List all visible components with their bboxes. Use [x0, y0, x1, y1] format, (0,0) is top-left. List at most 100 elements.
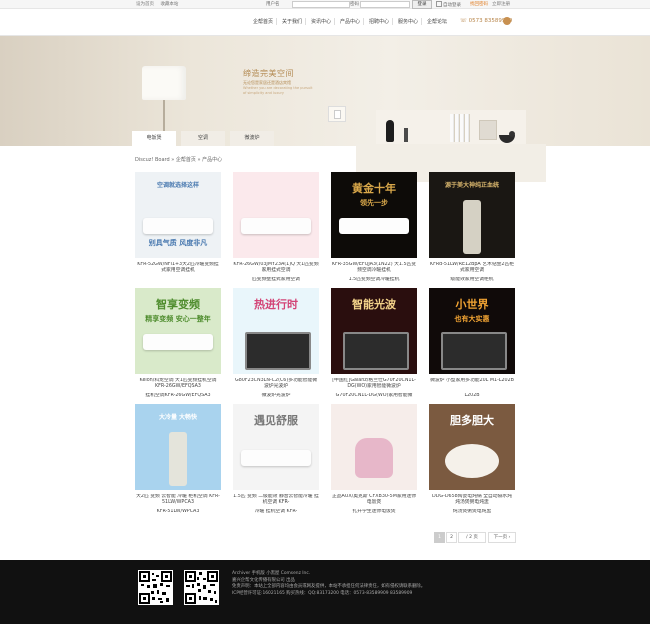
- password-input[interactable]: [360, 1, 410, 8]
- register-link[interactable]: 立即注册: [492, 1, 510, 7]
- product-image-caption: 智能光波: [352, 298, 396, 311]
- product-name-secondary[interactable]: 炖汤煲粥煲电炖盅: [429, 509, 515, 515]
- qr-code-wechat: [138, 570, 173, 605]
- product-appliance-shape: [143, 218, 213, 234]
- wall-switch-illustration: [328, 106, 346, 122]
- product-name[interactable]: DDG-D658陶瓷电炖锅 全自动隔水炖 炖汤煲粥电炖盅: [429, 494, 515, 506]
- page-total: / 2 页: [466, 535, 478, 540]
- product-image[interactable]: 大冷量 大畅快: [135, 404, 221, 490]
- tab-rice-cooker[interactable]: 电饭煲: [132, 131, 176, 146]
- product-name[interactable]: KFR-35GW/EFQJA3(1N22) 大1.5匹变频空调冷暖挂机: [331, 262, 417, 274]
- product-name[interactable]: 微波炉 小型家用多功能20L M1-L202B: [429, 378, 515, 390]
- product-appliance-shape: [463, 200, 481, 254]
- password-label: 密码: [350, 2, 359, 7]
- product-appliance-shape: [169, 432, 187, 486]
- nav-item-news[interactable]: 资讯中心: [311, 18, 331, 25]
- product-name-secondary[interactable]: L202B: [429, 393, 515, 399]
- footer-info: Archiver 手机版 小黑屋 Comsenz Inc. 嘉兴企帮文化传播有限…: [232, 571, 425, 597]
- product-image[interactable]: 胆多胆大: [429, 404, 515, 490]
- vase-illustration: [386, 120, 394, 142]
- product-name[interactable]: 大2匹 变频 云智能 冷暖 柜机空调 KFR-51LW/WPCA3: [135, 494, 221, 506]
- product-image[interactable]: 智能光波: [331, 288, 417, 374]
- nav-item-about[interactable]: 关于我们: [282, 18, 302, 25]
- nav-item-jobs[interactable]: 招聘中心: [369, 18, 389, 25]
- product-name[interactable]: KFRd-51LW/RE12BpA 艺术钻金2匹柜式家用空调: [429, 262, 515, 274]
- footer-contact: ICP经营许可证:16021165 购买热线：QQ:83173200 电话：05…: [232, 590, 413, 596]
- product-image-caption: 小世界: [455, 298, 489, 311]
- product-image-tagline: 别具气质 风度非凡: [148, 239, 208, 247]
- qr-code-icon: [185, 571, 218, 604]
- product-image-tagline: 也有大实惠: [454, 315, 490, 323]
- product-appliance-shape: [355, 438, 393, 478]
- product-appliance-shape: [241, 450, 311, 466]
- product-name[interactable]: Kelon/科龙空调 大1匹变频挂机空调 KFR-26GW/EFQSA3: [135, 378, 221, 390]
- product-name-secondary[interactable]: KFR-51LW/WPCA3: [135, 509, 221, 515]
- set-homepage-link[interactable]: 设为首页: [136, 2, 154, 7]
- product-name-secondary[interactable]: 冷暖 挂机空调 KFR-: [233, 509, 319, 515]
- bookmark-link[interactable]: 收藏本站: [160, 2, 178, 7]
- auto-login-label: 自动登录: [443, 3, 461, 8]
- forgot-password-link[interactable]: 找回密码: [470, 1, 488, 7]
- product-appliance-shape: [339, 218, 409, 234]
- product-name-secondary[interactable]: 挂机空调KFR-26GW/EFQSA3: [135, 393, 221, 399]
- product-name[interactable]: 正品AUX/奥克斯 CFXB30-5M家用迷你电饭煲: [331, 494, 417, 506]
- product-name-secondary[interactable]: 微波炉光波炉: [233, 393, 319, 399]
- username-input[interactable]: [292, 1, 350, 8]
- page-2-button[interactable]: 2: [446, 532, 457, 543]
- qr-code-mobile: [184, 570, 219, 605]
- username-label: 用户名: [266, 2, 280, 7]
- top-links: 设为首页 收藏本站: [136, 1, 183, 7]
- banner-subtitle-en: Whether you are decorating the pursuit o…: [243, 86, 313, 95]
- next-page-button[interactable]: 下一页 ›: [488, 532, 516, 543]
- product-name[interactable]: 1.5匹 变频 二级能效 静音云智能冷暖 挂机空调 KFR-: [233, 494, 319, 506]
- nav-item-service[interactable]: 服务中心: [398, 18, 418, 25]
- product-name[interactable]: KFR-26GW/03JMY23A(1)Q 大1匹变频家用挂式空调: [233, 262, 319, 274]
- product-image-caption: 热进行时: [254, 298, 298, 311]
- product-image-caption: 大冷量 大畅快: [158, 414, 198, 421]
- auto-login-checkbox[interactable]: 自动登录: [436, 1, 461, 8]
- product-image-caption: 胆多胆大: [450, 414, 494, 427]
- product-name-secondary[interactable]: 1.5匹变频空调冷暖挂机: [331, 277, 417, 283]
- product-image[interactable]: 小世界 也有大实惠: [429, 288, 515, 374]
- product-name-secondary[interactable]: G70F20CN1L-DG(WO)家用智能微: [331, 393, 417, 399]
- product-image[interactable]: [233, 172, 319, 258]
- nav-item-forum[interactable]: 企帮论坛: [427, 18, 447, 25]
- nav-item-home[interactable]: 企帮首页: [253, 18, 273, 25]
- product-appliance-shape: [241, 218, 311, 234]
- lamp-illustration: [142, 66, 186, 100]
- product-image[interactable]: 空调就选择这样 别具气质 风度非凡: [135, 172, 221, 258]
- product-appliance-shape: [245, 332, 311, 370]
- product-name[interactable]: G80F23CN3LN-C2(C6)多功能智能微波炉光波炉: [233, 378, 319, 390]
- login-button[interactable]: 登录: [412, 0, 432, 9]
- product-image-tagline: 领先一步: [360, 199, 388, 207]
- product-image[interactable]: 源于美大神纯正血统: [429, 172, 515, 258]
- product-image[interactable]: 黄金十年 领先一步: [331, 172, 417, 258]
- product-image[interactable]: [331, 404, 417, 490]
- product-appliance-shape: [445, 444, 499, 478]
- product-name-secondary[interactable]: 匹变频壁挂式家用空调: [233, 277, 319, 283]
- hero-banner: 缔造完美空间 无论您是家居还是酒店宾馆 Whether you are deco…: [0, 36, 650, 182]
- product-image[interactable]: 遇见舒服: [233, 404, 319, 490]
- product-appliance-shape: [441, 332, 507, 370]
- footer-disclaimer: 免责声明：本站上全部内容均由会员或网友提供，本站不承担任何法律责任，如有侵权请联…: [232, 584, 426, 589]
- tab-air-conditioner[interactable]: 空调: [181, 131, 225, 146]
- product-appliance-shape: [143, 334, 213, 350]
- product-name[interactable]: [中国红]Galanz/格兰仕G70F20CN1L-DG(WO)家用智能微波炉: [331, 378, 417, 390]
- product-name-secondary[interactable]: 扎升学生迷你电饭煲: [331, 509, 417, 515]
- main-nav: 企帮首页 关于我们 资讯中心 产品中心 招聘中心 服务中心 企帮论坛 ☏ 057…: [0, 9, 650, 36]
- next-page-label: 下一页: [493, 535, 508, 540]
- tab-microwave[interactable]: 微波炉: [230, 131, 274, 146]
- books-illustration: [450, 114, 470, 142]
- product-image-caption: 黄金十年: [352, 182, 396, 195]
- product-name-secondary[interactable]: 级能效家用空调柜机: [429, 277, 515, 283]
- product-image[interactable]: 智享变频 精享变频 安心一整年: [135, 288, 221, 374]
- nav-item-products[interactable]: 产品中心: [340, 18, 360, 25]
- page-1-button[interactable]: 1: [434, 532, 445, 543]
- product-name[interactable]: KFR-52GW/NFI1+3大2匹冷暖变频挂式家用空调挂机: [135, 262, 221, 274]
- product-image[interactable]: 热进行时: [233, 288, 319, 374]
- qr-code-icon: [139, 571, 172, 604]
- product-image-caption: 源于美大神纯正血统: [444, 182, 499, 189]
- breadcrumb: Discuz! Board » 企帮首页 » 产品中心: [135, 157, 223, 163]
- page-jump-field[interactable]: / 2 页: [458, 532, 486, 543]
- weibo-icon[interactable]: [503, 17, 511, 25]
